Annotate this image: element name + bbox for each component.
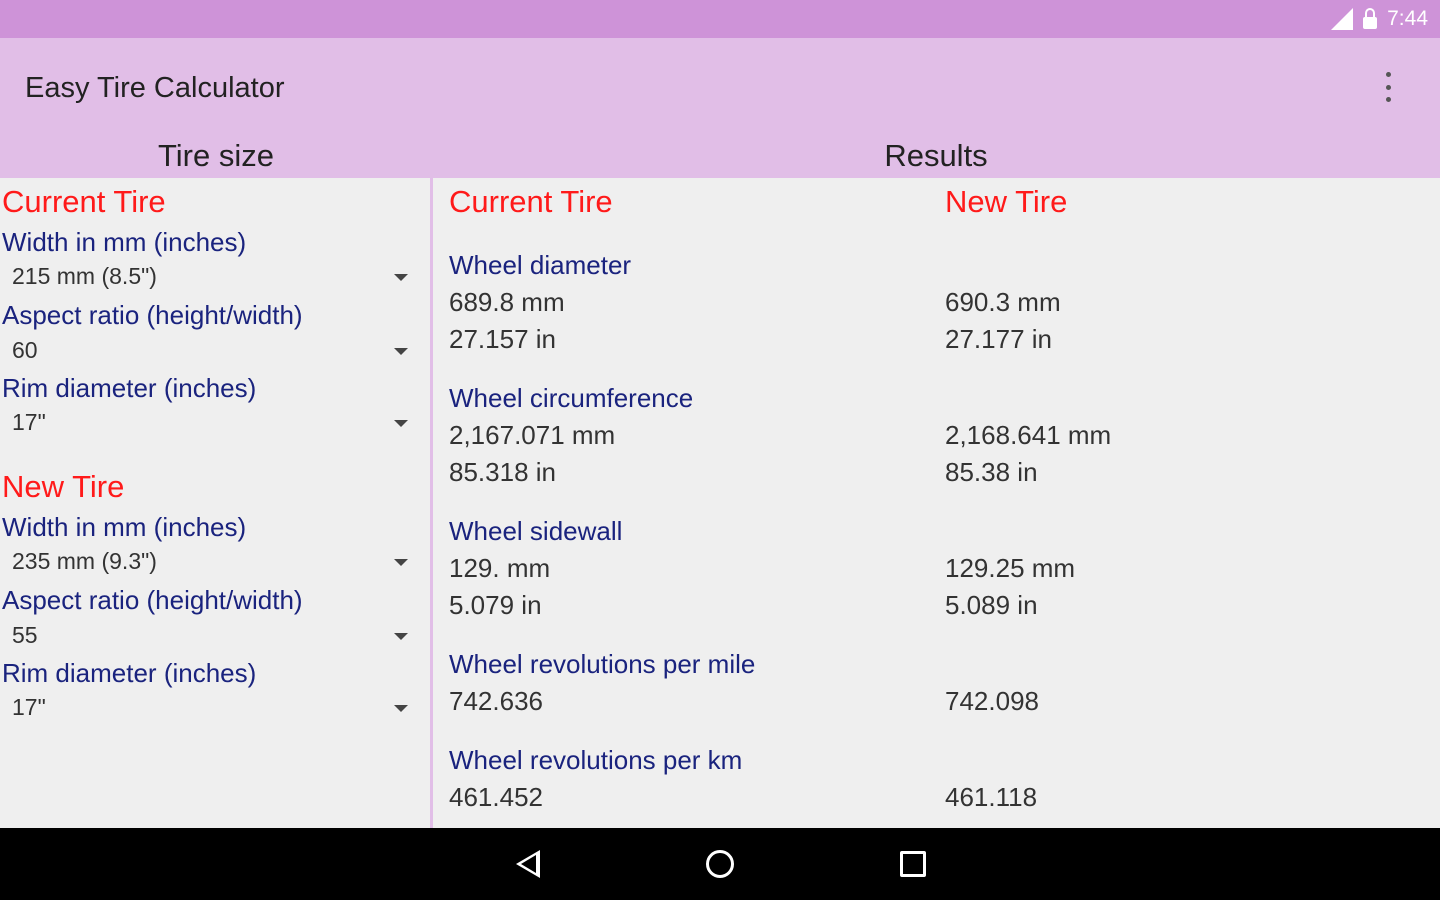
new-rim-value: 17"	[12, 694, 46, 720]
result-label-diameter: Wheel diameter	[449, 250, 632, 280]
current-aspect-value: 60	[12, 337, 38, 363]
result-label-rev-per-mile: Wheel revolutions per mile	[449, 649, 756, 679]
recent-apps-icon[interactable]	[900, 851, 926, 877]
current-rim-label: Rim diameter (inches)	[2, 373, 257, 403]
app-bar: Easy Tire Calculator Tire size Results	[0, 38, 1440, 178]
app-title: Easy Tire Calculator	[25, 72, 285, 104]
result-current-value: 461.452	[449, 782, 543, 812]
results-current-heading: Current Tire	[449, 184, 613, 219]
result-new-value: 5.089 in	[945, 590, 1038, 620]
overflow-menu-icon[interactable]	[1382, 72, 1394, 102]
status-icons: 7:44	[1331, 0, 1428, 38]
result-new-value: 129.25 mm	[945, 553, 1076, 583]
dropdown-arrow-icon	[394, 559, 408, 566]
result-label-circumference: Wheel circumference	[449, 383, 694, 413]
new-aspect-value: 55	[12, 622, 38, 648]
current-tire-heading: Current Tire	[2, 184, 166, 219]
result-current-value: 129. mm	[449, 553, 551, 583]
lock-icon	[1363, 8, 1378, 29]
home-icon[interactable]	[706, 850, 734, 878]
result-new-value: 27.177 in	[945, 324, 1052, 354]
result-new-value: 690.3 mm	[945, 287, 1061, 317]
dropdown-arrow-icon	[394, 633, 408, 640]
status-time: 7:44	[1387, 7, 1428, 30]
new-rim-label: Rim diameter (inches)	[2, 658, 257, 688]
result-label-rev-per-km: Wheel revolutions per km	[449, 745, 743, 775]
current-width-label: Width in mm (inches)	[2, 227, 247, 257]
result-current-value: 27.157 in	[449, 324, 556, 354]
dropdown-arrow-icon	[394, 348, 408, 355]
current-width-value: 215 mm (8.5")	[12, 263, 157, 289]
result-new-value: 2,168.641 mm	[945, 420, 1112, 450]
result-current-value: 2,167.071 mm	[449, 420, 616, 450]
results-pane: Current Tire New Tire Wheel diameter 689…	[433, 178, 1440, 828]
current-rim-spinner[interactable]: 17"	[0, 407, 420, 441]
current-width-spinner[interactable]: 215 mm (8.5")	[0, 261, 420, 295]
result-new-value: 742.098	[945, 686, 1039, 716]
result-current-value: 742.636	[449, 686, 543, 716]
new-width-spinner[interactable]: 235 mm (9.3")	[0, 546, 420, 580]
current-aspect-spinner[interactable]: 60	[0, 335, 420, 369]
status-bar: 7:44	[0, 0, 1440, 38]
result-current-value: 85.318 in	[449, 457, 556, 487]
navigation-bar	[0, 828, 1440, 900]
result-new-value: 461.118	[945, 782, 1038, 812]
tire-size-pane: Current Tire Width in mm (inches) 215 mm…	[0, 178, 430, 828]
dropdown-arrow-icon	[394, 705, 408, 712]
signal-icon	[1331, 8, 1354, 30]
new-width-value: 235 mm (9.3")	[12, 548, 157, 574]
section-label-results: Results	[884, 138, 988, 173]
result-current-value: 5.079 in	[449, 590, 542, 620]
new-rim-spinner[interactable]: 17"	[0, 692, 420, 726]
new-tire-heading: New Tire	[2, 469, 125, 504]
current-aspect-label: Aspect ratio (height/width)	[2, 300, 303, 330]
section-label-tire-size: Tire size	[158, 138, 274, 173]
new-aspect-spinner[interactable]: 55	[0, 620, 420, 654]
result-new-value: 85.38 in	[945, 457, 1038, 487]
results-new-heading: New Tire	[945, 184, 1068, 219]
new-aspect-label: Aspect ratio (height/width)	[2, 585, 303, 615]
result-current-value: 689.8 mm	[449, 287, 565, 317]
dropdown-arrow-icon	[394, 420, 408, 427]
result-label-sidewall: Wheel sidewall	[449, 516, 623, 546]
current-rim-value: 17"	[12, 409, 46, 435]
dropdown-arrow-icon	[394, 274, 408, 281]
back-icon[interactable]	[516, 850, 540, 878]
new-width-label: Width in mm (inches)	[2, 512, 247, 542]
